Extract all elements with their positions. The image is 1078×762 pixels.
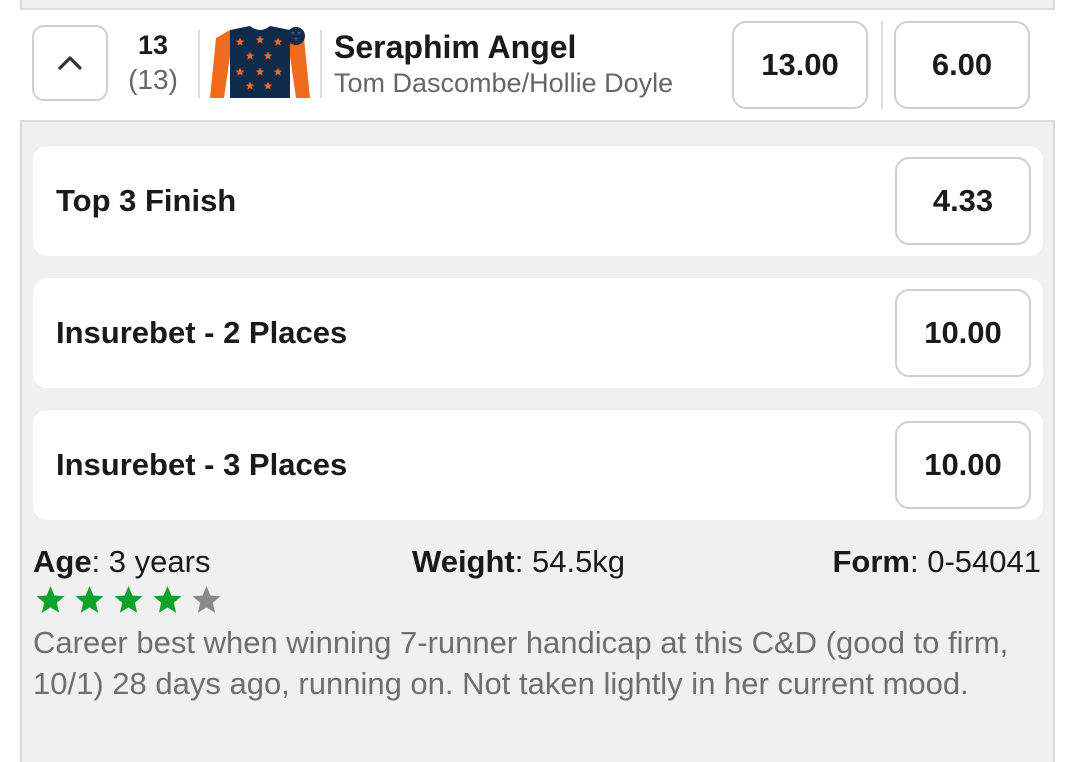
market-odds-button[interactable]: 10.00 bbox=[895, 421, 1031, 509]
star-filled-icon bbox=[153, 586, 182, 613]
win-odds-button[interactable]: 13.00 bbox=[732, 21, 868, 109]
runner-stats: Age: 3 years Weight: 54.5kg Form: 0-5404… bbox=[33, 540, 1043, 584]
stat-form: Form: 0-54041 bbox=[833, 540, 1042, 584]
stat-value: : 3 years bbox=[91, 544, 211, 579]
runner-numbers: 13 (13) bbox=[120, 28, 186, 98]
runner-info: Seraphim Angel Tom Dascombe/Hollie Doyle bbox=[334, 28, 673, 100]
market-label: Top 3 Finish bbox=[56, 183, 237, 218]
stall-draw: (13) bbox=[128, 64, 178, 95]
star-rating bbox=[33, 584, 224, 616]
place-odds-button[interactable]: 6.00 bbox=[894, 21, 1030, 109]
star-empty-icon bbox=[192, 586, 221, 613]
jockey-silks-icon bbox=[210, 26, 310, 98]
market-odds-button[interactable]: 10.00 bbox=[895, 289, 1031, 377]
divider bbox=[198, 30, 200, 98]
stat-value: : 54.5kg bbox=[514, 544, 626, 579]
divider bbox=[320, 30, 322, 98]
stat-label: Form bbox=[832, 544, 911, 579]
horse-name[interactable]: Seraphim Angel bbox=[334, 28, 673, 66]
star-filled-icon bbox=[36, 586, 65, 613]
stat-label: Weight bbox=[412, 544, 515, 579]
market-top-3-finish: Top 3 Finish 4.33 bbox=[33, 146, 1043, 256]
stat-weight: Weight: 54.5kg bbox=[412, 540, 625, 584]
runner-row: 13 (13) Seraphim Angel Tom Dascombe/Holl… bbox=[20, 10, 1055, 122]
stat-age: Age: 3 years bbox=[33, 540, 210, 584]
trainer-jockey: Tom Dascombe/Hollie Doyle bbox=[334, 68, 674, 98]
chevron-up-icon bbox=[58, 56, 82, 70]
market-label: Insurebet - 2 Places bbox=[56, 315, 348, 350]
runner-comment: Career best when winning 7-runner handic… bbox=[33, 625, 1009, 701]
market-insurebet-3-places: Insurebet - 3 Places 10.00 bbox=[33, 410, 1043, 520]
market-insurebet-2-places: Insurebet - 2 Places 10.00 bbox=[33, 278, 1043, 388]
stat-value: : 0-54041 bbox=[910, 544, 1041, 579]
divider bbox=[881, 21, 883, 109]
saddle-number: 13 bbox=[137, 30, 169, 60]
collapse-button[interactable] bbox=[32, 25, 108, 101]
stat-label: Age bbox=[33, 544, 92, 579]
market-label: Insurebet - 3 Places bbox=[56, 447, 348, 482]
star-filled-icon bbox=[75, 586, 104, 613]
market-odds-button[interactable]: 4.33 bbox=[895, 157, 1031, 245]
star-filled-icon bbox=[114, 586, 143, 613]
